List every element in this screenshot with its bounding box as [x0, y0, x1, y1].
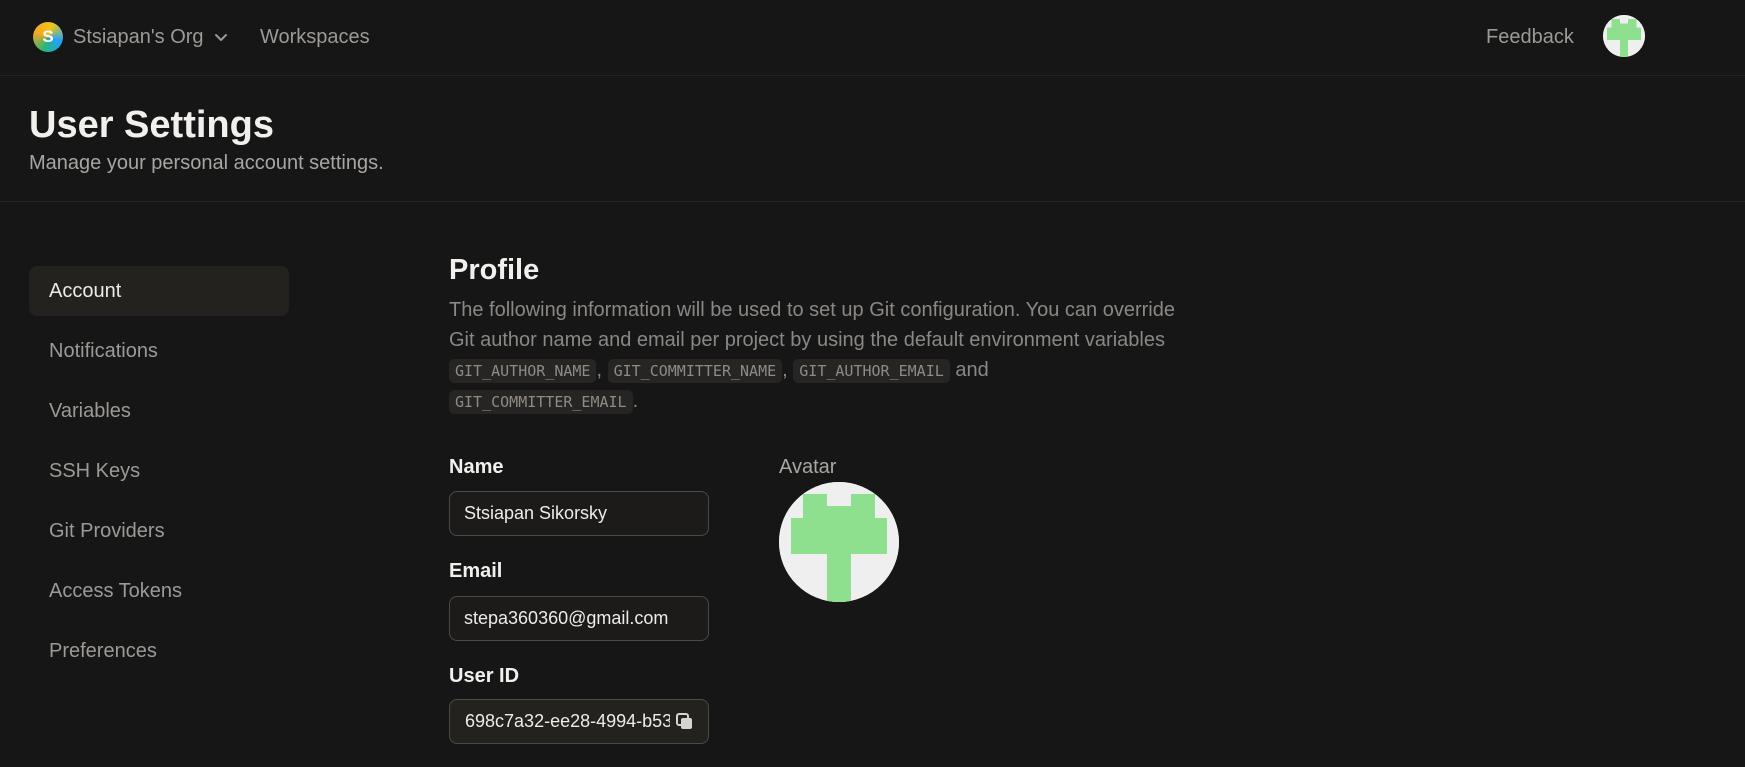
user-id-field: 698c7a32-ee28-4994-b53a [449, 699, 709, 744]
email-field[interactable] [449, 596, 709, 641]
name-label: Name [449, 456, 504, 478]
sidebar-item-access-tokens[interactable]: Access Tokens [29, 566, 289, 616]
workspaces-link[interactable]: Workspaces [260, 26, 370, 49]
identicon-icon [779, 482, 899, 602]
env-var-git-committer-email: GIT_COMMITTER_EMAIL [449, 390, 633, 414]
profile-description: The following information will be used t… [449, 295, 1179, 417]
sidebar-item-variables[interactable]: Variables [29, 386, 289, 436]
user-avatar[interactable] [1603, 15, 1645, 57]
sidebar-item-notifications[interactable]: Notifications [29, 326, 289, 376]
env-var-git-committer-name: GIT_COMMITTER_NAME [607, 359, 783, 383]
user-id-label: User ID [449, 665, 520, 687]
sidebar-item-git-providers[interactable]: Git Providers [29, 506, 289, 556]
org-switcher[interactable]: S Stsiapan's Org [33, 22, 228, 52]
chevron-down-icon [214, 34, 227, 41]
profile-section: Profile The following information will b… [449, 254, 1179, 744]
avatar-label: Avatar [779, 456, 837, 478]
sidebar-item-ssh-keys[interactable]: SSH Keys [29, 446, 289, 496]
org-initial: S [42, 27, 54, 46]
sidebar-item-preferences[interactable]: Preferences [29, 626, 289, 676]
separator-and: and [955, 359, 989, 381]
feedback-link[interactable]: Feedback [1486, 26, 1574, 49]
separator-comma: , [596, 359, 603, 381]
profile-title: Profile [449, 254, 540, 286]
top-navigation-bar: S Stsiapan's Org Workspaces Feedback [0, 0, 1745, 76]
page-title: User Settings [29, 104, 274, 146]
env-var-git-author-email: GIT_AUTHOR_EMAIL [793, 359, 950, 383]
separator-comma: , [782, 359, 788, 381]
org-name: Stsiapan's Org [73, 25, 204, 48]
copy-icon[interactable] [674, 711, 696, 733]
page-header: User Settings Manage your personal accou… [0, 76, 1745, 202]
env-var-git-author-name: GIT_AUTHOR_NAME [449, 359, 597, 383]
user-id-value: 698c7a32-ee28-4994-b53a [465, 711, 670, 731]
sidebar-item-account[interactable]: Account [29, 266, 289, 316]
page-subtitle: Manage your personal account settings. [29, 152, 384, 174]
settings-sidebar: Account Notifications Variables SSH Keys… [29, 266, 289, 686]
email-label: Email [449, 560, 503, 582]
identicon-icon [1603, 15, 1645, 57]
description-text: The following information will be used t… [449, 299, 1175, 351]
separator-period: . [632, 390, 639, 412]
org-logo-icon: S [33, 22, 63, 52]
profile-avatar[interactable] [779, 482, 899, 602]
name-field[interactable] [449, 491, 709, 536]
